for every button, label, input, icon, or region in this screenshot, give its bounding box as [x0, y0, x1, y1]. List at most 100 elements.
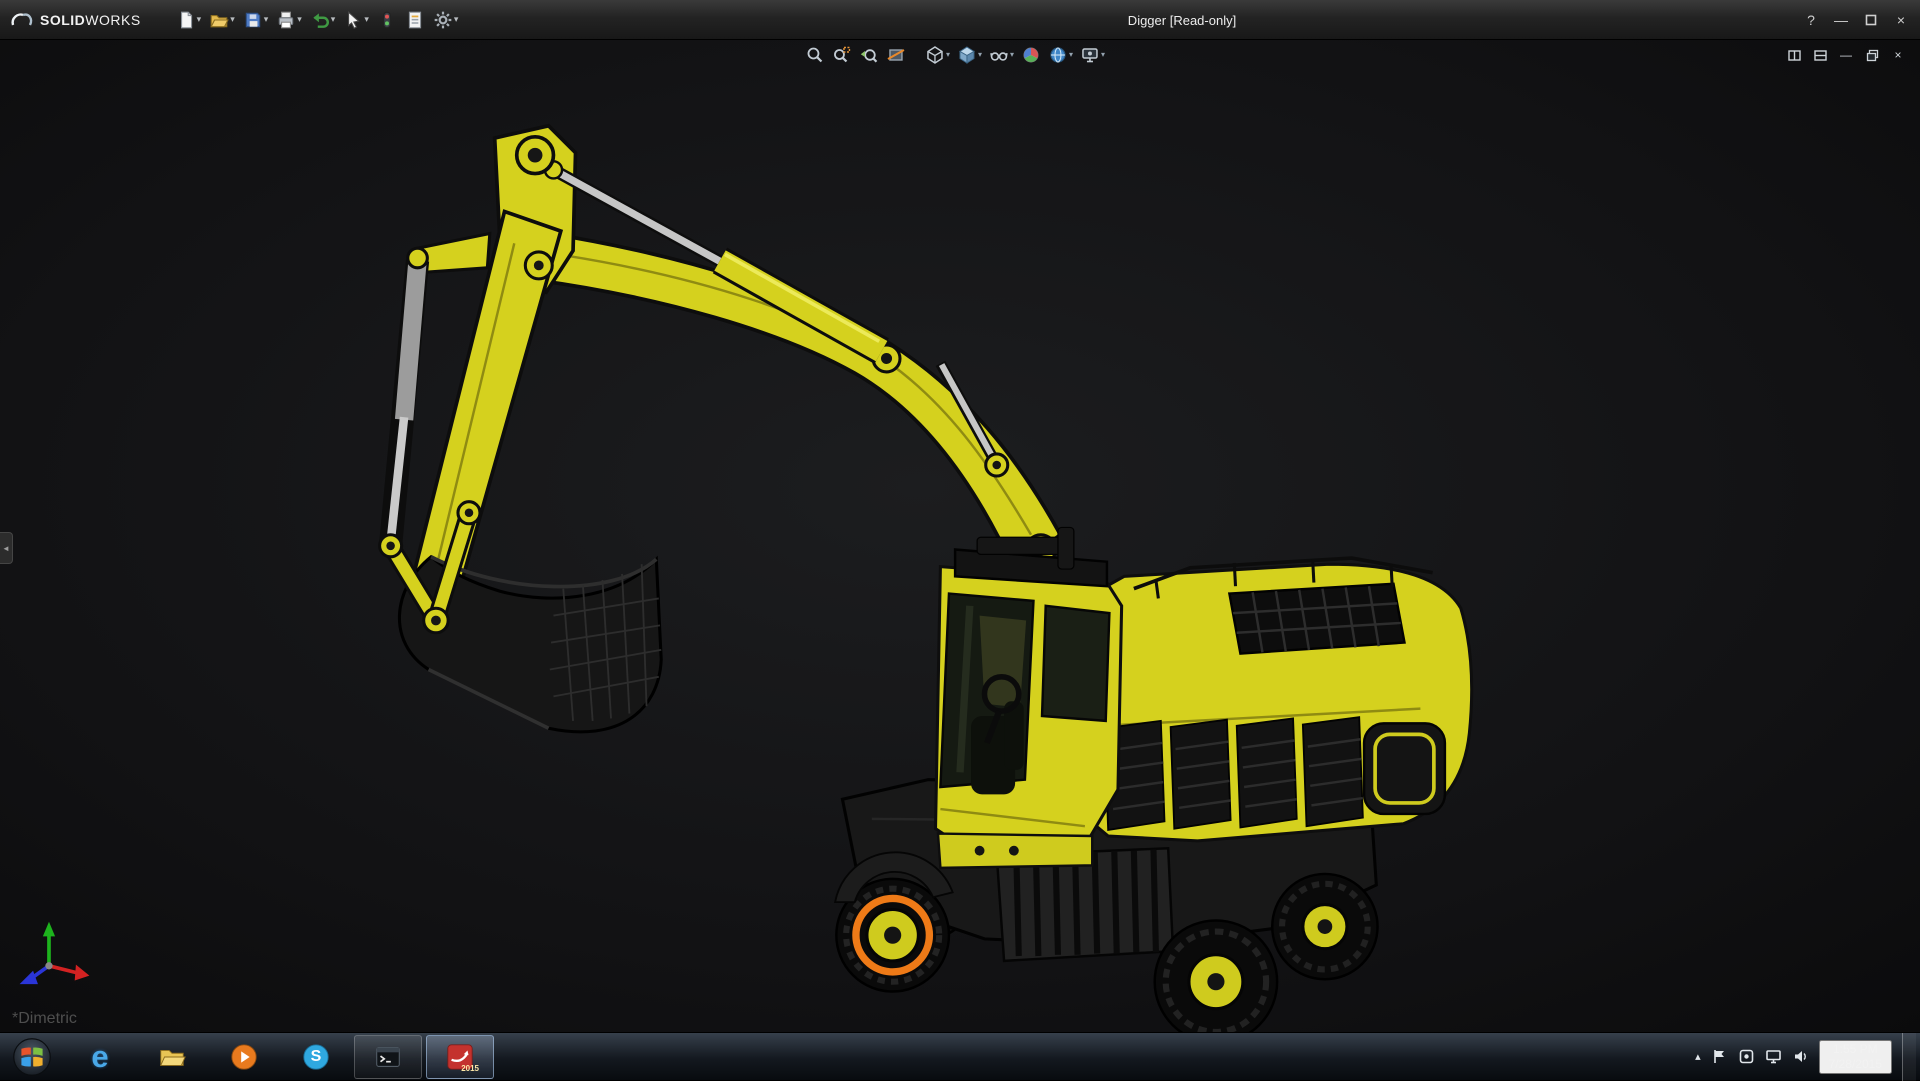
maximize-button[interactable] — [1858, 7, 1884, 33]
start-button[interactable] — [0, 1033, 64, 1081]
taskbar-command-prompt[interactable] — [354, 1034, 422, 1079]
taskbar-internet-explorer[interactable]: e — [66, 1035, 134, 1079]
quick-access-toolbar: ▾ ▾ ▾ ▾ ▾ ▾ ▾ — [173, 6, 462, 34]
taskbar-file-explorer[interactable] — [138, 1035, 206, 1079]
file-explorer-folder-icon — [160, 1049, 186, 1066]
file-properties-button[interactable] — [402, 6, 428, 34]
window-controls: ? — × — [1798, 0, 1914, 40]
volume-icon[interactable] — [1792, 1048, 1809, 1065]
section-view-button[interactable] — [885, 44, 907, 66]
command-prompt-icon — [376, 1046, 400, 1067]
undo-icon — [313, 12, 329, 28]
print-button[interactable]: ▾ — [273, 6, 305, 34]
doc-minimize-button[interactable]: — — [1836, 46, 1856, 64]
display-style-dropdown-arrow[interactable]: ▾ — [978, 51, 982, 59]
action-center-flag-icon[interactable] — [1711, 1048, 1728, 1065]
rebuild-icon — [382, 11, 391, 28]
edit-appearance-ball-icon — [1023, 47, 1039, 63]
apply-scene-button[interactable]: ▾ — [1047, 44, 1074, 66]
zoom-to-area-icon — [834, 46, 851, 63]
options-button[interactable]: ▾ — [430, 6, 462, 34]
new-document-icon — [180, 11, 192, 28]
show-desktop-button[interactable] — [1902, 1032, 1916, 1081]
tray-app-icon[interactable] — [1738, 1048, 1755, 1065]
edit-appearance-button[interactable] — [1020, 44, 1042, 66]
taskbar-media-player[interactable] — [210, 1035, 278, 1079]
new-dropdown-arrow[interactable]: ▾ — [197, 15, 202, 24]
taskbar-clock[interactable]: 1:55 PM 7/28/2015 — [1818, 1039, 1892, 1074]
view-orientation-label: *Dimetric — [12, 1010, 77, 1027]
previous-view-button[interactable] — [858, 44, 880, 66]
app-logo: SOLIDWORKS — [0, 0, 155, 39]
network-status-icon[interactable] — [1765, 1048, 1782, 1065]
view-orientation-cube-icon — [927, 46, 943, 64]
clock-date: 7/28/2015 — [1828, 1056, 1882, 1071]
apply-scene-globe-icon — [1050, 47, 1066, 63]
hide-show-items-button[interactable]: ▾ — [988, 44, 1015, 66]
split-vertical-icon — [1787, 49, 1801, 61]
hide-show-glasses-icon — [990, 52, 1008, 61]
undo-dropdown-arrow[interactable]: ▾ — [331, 15, 336, 24]
open-button[interactable]: ▾ — [206, 6, 238, 34]
view-settings-dropdown-arrow[interactable]: ▾ — [1101, 51, 1105, 59]
zoom-to-fit-button[interactable] — [804, 44, 826, 66]
split-view-horiz-button[interactable] — [1810, 46, 1830, 64]
section-view-icon — [887, 49, 905, 61]
print-icon — [279, 11, 294, 28]
view-orientation-dropdown-arrow[interactable]: ▾ — [946, 51, 950, 59]
split-horizontal-icon — [1813, 49, 1827, 61]
document-title: Digger [Read-only] — [1127, 12, 1237, 28]
windows-start-orb-icon — [13, 1037, 51, 1076]
rebuild-button[interactable] — [374, 6, 400, 34]
select-dropdown-arrow[interactable]: ▾ — [364, 15, 369, 24]
zoom-to-fit-icon — [807, 47, 823, 63]
dassault-systemes-logo-icon — [11, 12, 33, 26]
select-cursor-icon — [348, 10, 361, 29]
heads-up-view-toolbar: ▾ ▾ ▾ ▾ ▾ — [804, 44, 1106, 66]
system-tray: ▴ 1:55 PM 7/28/2015 — [1695, 1032, 1920, 1081]
graphics-area[interactable]: ▾ ▾ ▾ ▾ ▾ — × ◄ *Dimetric — [0, 40, 1920, 1032]
app-s-letter: S — [310, 1047, 322, 1065]
save-icon — [245, 12, 260, 27]
restore-icon — [1866, 49, 1878, 61]
brand-text: SOLIDWORKS — [40, 11, 141, 28]
doc-close-button[interactable]: × — [1888, 46, 1908, 64]
new-document-button[interactable]: ▾ — [173, 6, 205, 34]
media-player-icon — [231, 1043, 257, 1070]
maximize-icon — [1865, 14, 1877, 26]
tray-expand-button[interactable]: ▴ — [1695, 1050, 1701, 1063]
zoom-to-area-button[interactable] — [831, 44, 853, 66]
undo-button[interactable]: ▾ — [307, 6, 339, 34]
view-orientation-button[interactable]: ▾ — [924, 44, 951, 66]
taskbar: e S 2015 ▴ 1:55 PM 7/28/2015 — [0, 1032, 1920, 1081]
options-dropdown-arrow[interactable]: ▾ — [454, 15, 459, 24]
taskbar-app-s[interactable]: S — [282, 1035, 350, 1079]
document-window-controls: — × — [1784, 46, 1908, 64]
apply-scene-dropdown-arrow[interactable]: ▾ — [1069, 51, 1073, 59]
save-button[interactable]: ▾ — [240, 6, 272, 34]
view-settings-icon — [1082, 48, 1098, 63]
taskbar-solidworks-2015[interactable]: 2015 — [426, 1034, 494, 1079]
help-button[interactable]: ? — [1798, 7, 1824, 33]
internet-explorer-icon: e — [91, 1039, 109, 1074]
view-settings-button[interactable]: ▾ — [1079, 44, 1106, 66]
options-gear-icon — [434, 11, 452, 28]
select-button[interactable]: ▾ — [340, 6, 372, 34]
open-dropdown-arrow[interactable]: ▾ — [230, 15, 235, 24]
minimize-button[interactable]: — — [1828, 7, 1854, 33]
doc-restore-button[interactable] — [1862, 46, 1882, 64]
display-style-icon — [959, 46, 975, 64]
solidworks-version-badge: 2015 — [461, 1063, 479, 1073]
hide-show-dropdown-arrow[interactable]: ▾ — [1010, 51, 1014, 59]
print-dropdown-arrow[interactable]: ▾ — [297, 15, 302, 24]
clock-time: 1:55 PM — [1832, 1041, 1878, 1056]
digger-3d-model — [0, 40, 1920, 1032]
split-view-vertical-button[interactable] — [1784, 46, 1804, 64]
save-dropdown-arrow[interactable]: ▾ — [264, 15, 269, 24]
previous-view-icon — [860, 49, 878, 63]
display-style-button[interactable]: ▾ — [956, 44, 983, 66]
file-properties-icon — [408, 11, 421, 28]
open-folder-icon — [210, 14, 229, 27]
close-button[interactable]: × — [1888, 7, 1914, 33]
feature-pane-collapse-tab[interactable]: ◄ — [0, 532, 13, 564]
